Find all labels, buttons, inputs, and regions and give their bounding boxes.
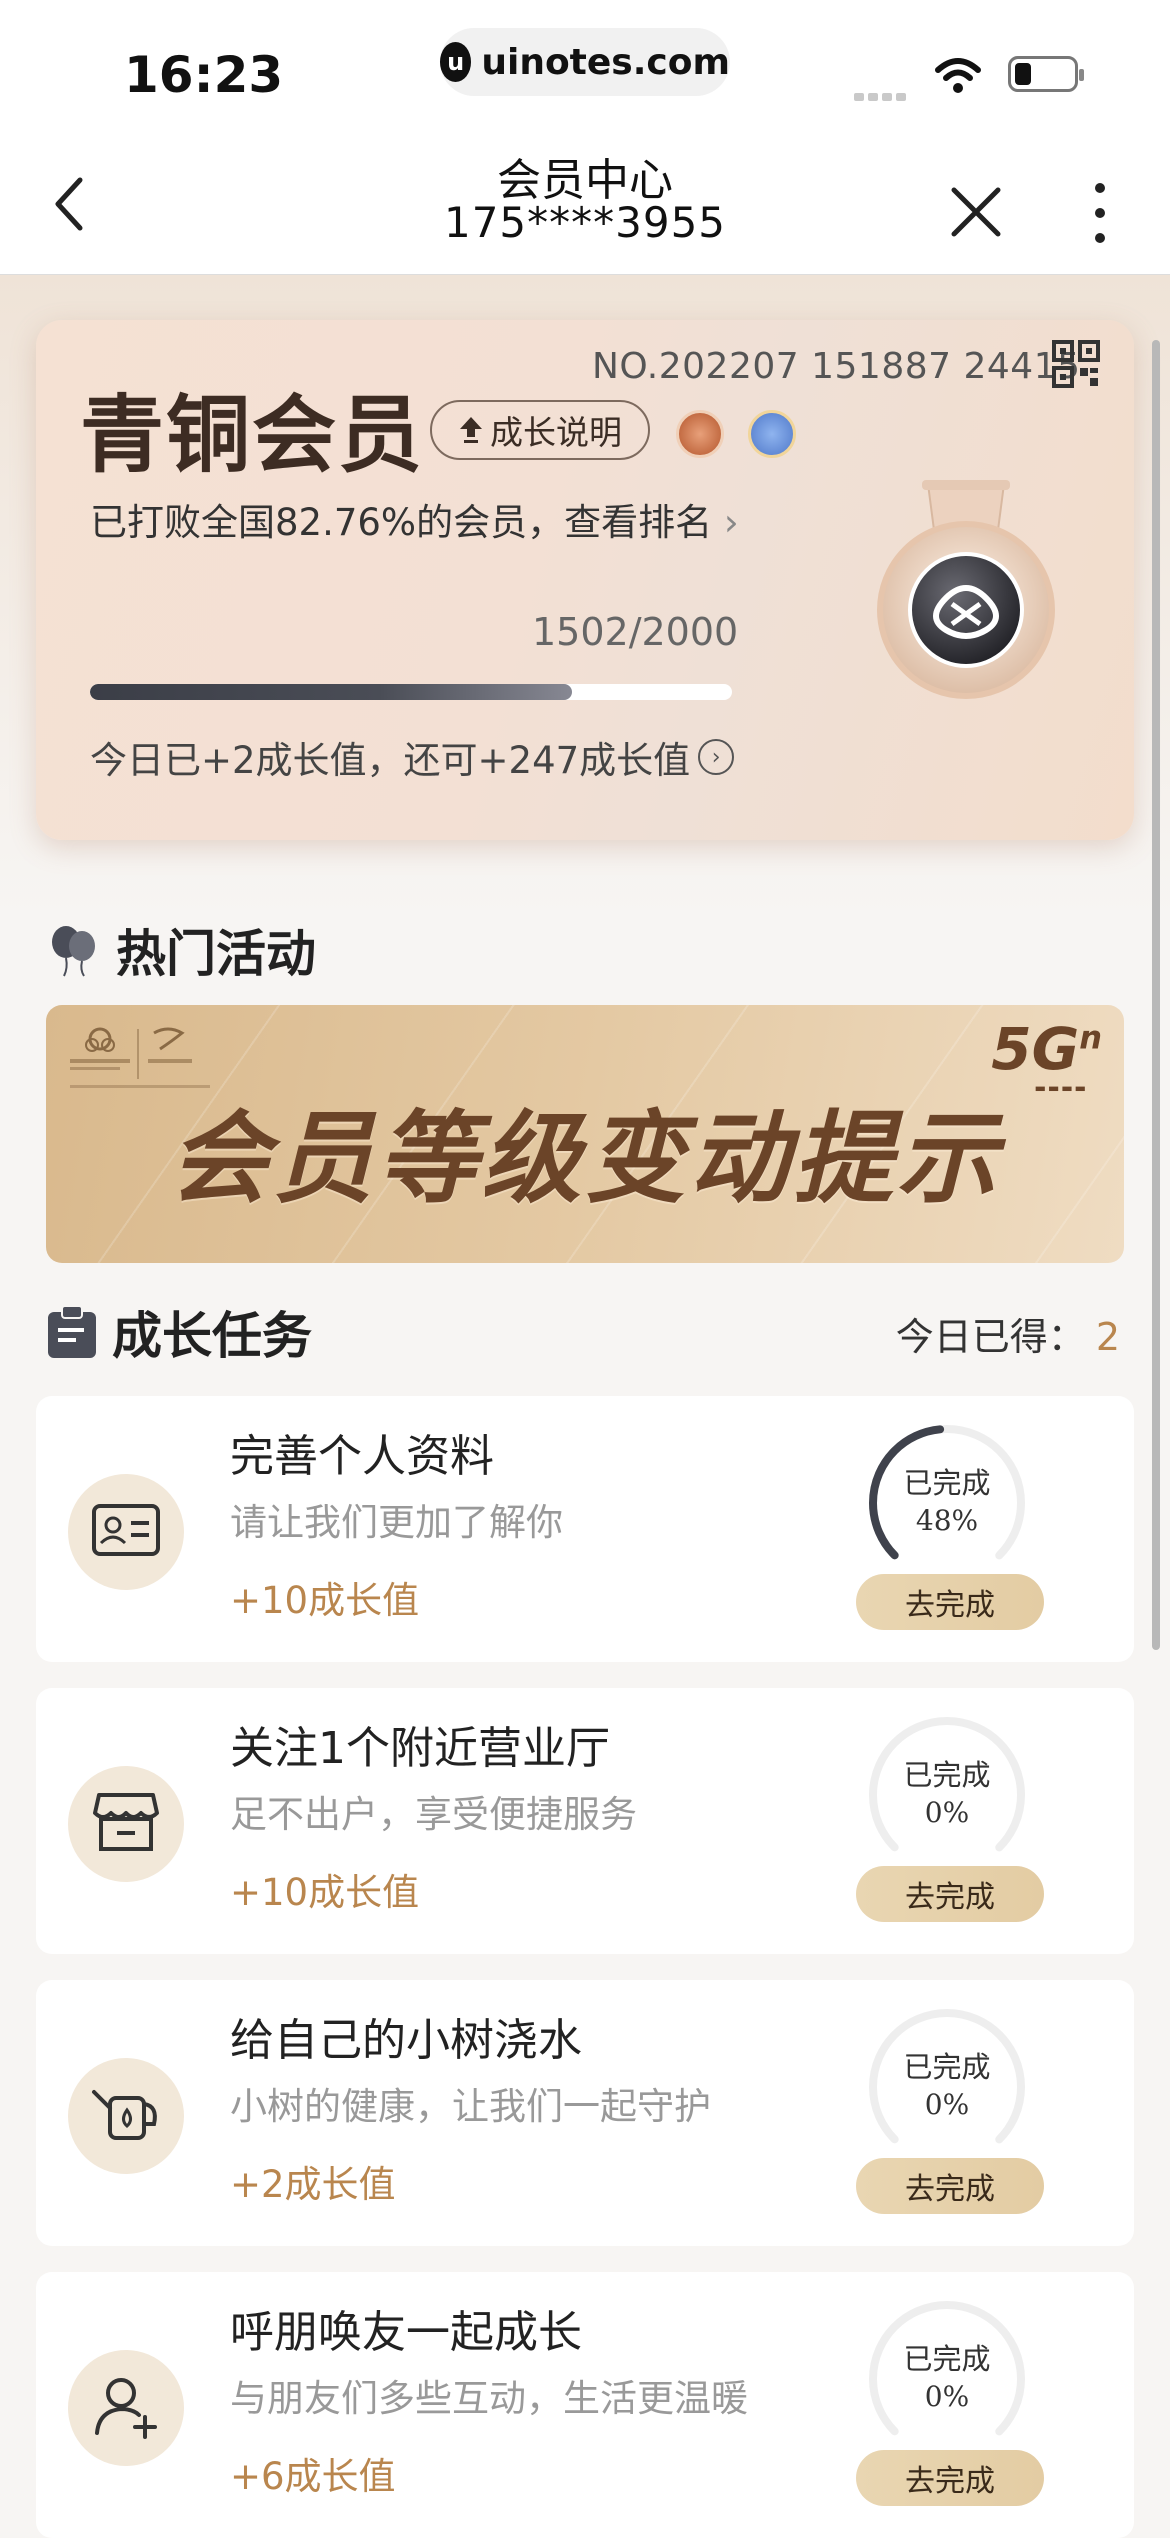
- more-icon[interactable]: [1090, 180, 1110, 246]
- today-earned-value: 2: [1095, 1315, 1120, 1359]
- task-progress-gauge: 已完成 48%: [862, 1418, 1032, 1588]
- today-earned-label: 今日已得：: [895, 1315, 1086, 1359]
- watering-can-icon: [90, 2084, 162, 2148]
- 5g-logo: 5Gn: [991, 1015, 1102, 1083]
- clipboard-icon: [48, 1305, 96, 1358]
- task-description: 与朋友们多些互动，生活更温暖: [230, 2377, 748, 2420]
- id-card-icon-circle: [68, 1474, 184, 1590]
- task-name: 关注1个附近营业厅: [230, 1723, 610, 1774]
- bronze-medal-icon: [877, 480, 1055, 699]
- task-points: +10成长值: [230, 1871, 420, 1914]
- task-points: +2成长值: [230, 2163, 396, 2206]
- growth-progress-bar: [90, 684, 732, 700]
- task-done-label: 已完成: [903, 2342, 991, 2376]
- balloon-icon: [52, 926, 95, 977]
- task-done-label: 已完成: [903, 1758, 991, 1792]
- status-time: 16:23: [124, 46, 284, 104]
- task-card: 关注1个附近营业厅 足不出户，享受便捷服务 +10成长值 已完成 0% 去完成: [36, 1688, 1134, 1954]
- member-level: 青铜会员: [80, 385, 425, 484]
- task-name: 给自己的小树浇水: [230, 2015, 582, 2066]
- add-friend-icon-circle: [68, 2350, 184, 2466]
- task-progress-gauge: 已完成 0%: [862, 2002, 1032, 2172]
- url-pill[interactable]: u uinotes.com: [440, 28, 730, 96]
- task-description: 小树的健康，让我们一起守护: [230, 2085, 711, 2128]
- task-go-button[interactable]: 去完成: [856, 1866, 1044, 1922]
- arrow-circle-icon: ›: [698, 739, 735, 775]
- signal-icon: [854, 86, 914, 101]
- task-percent: 0%: [924, 2380, 970, 2413]
- task-progress-gauge: 已完成 0%: [862, 1710, 1032, 1880]
- rank-link[interactable]: 已打败全国82.76%的会员，查看排名 ›: [90, 492, 739, 546]
- task-card: 给自己的小树浇水 小树的健康，让我们一起守护 +2成长值 已完成 0% 去完成: [36, 1980, 1134, 2246]
- task-card: 完善个人资料 请让我们更加了解你 +10成长值 已完成 48% 去完成: [36, 1396, 1134, 1662]
- task-card: 呼朋唤友一起成长 与朋友们多些互动，生活更温暖 +6成长值 已完成 0% 去完成: [36, 2272, 1134, 2538]
- nav-bar: 会员中心 175****3955: [0, 130, 1170, 275]
- rank-text: 已打败全国82.76%的会员，查看排名: [90, 501, 713, 544]
- watering-can-icon-circle: [68, 2058, 184, 2174]
- task-name: 完善个人资料: [230, 1431, 494, 1482]
- store-icon: [93, 1791, 159, 1857]
- url-text: uinotes.com: [481, 41, 730, 83]
- task-percent: 0%: [924, 1796, 970, 1829]
- task-description: 请让我们更加了解你: [230, 1501, 563, 1544]
- blue-badge-icon[interactable]: [748, 410, 796, 458]
- scrollbar[interactable]: [1152, 340, 1160, 1650]
- id-card-icon: [91, 1503, 161, 1561]
- chevron-right-icon: ›: [712, 501, 739, 544]
- task-go-button[interactable]: 去完成: [856, 2450, 1044, 2506]
- activity-banner[interactable]: 会员等级变动提示 5Gn ▬▬▬▬: [46, 1005, 1124, 1263]
- task-percent: 48%: [915, 1504, 979, 1537]
- today-growth-link[interactable]: 今日已+2成长值，还可+247成长值 ›: [90, 730, 735, 784]
- 5g-superscript: n: [1079, 1018, 1102, 1057]
- add-friend-icon: [93, 2373, 159, 2443]
- status-bar: 16:23 u uinotes.com: [0, 0, 1170, 130]
- growth-explain-label: 成长说明: [490, 413, 622, 452]
- member-card: NO.202207 151887 24415 青铜会员 成长说明 已打败全国82…: [36, 320, 1134, 840]
- task-name: 呼朋唤友一起成长: [230, 2307, 582, 2358]
- task-description: 足不出户，享受便捷服务: [230, 1793, 637, 1836]
- task-percent: 0%: [924, 2088, 970, 2121]
- task-done-label: 已完成: [903, 1466, 991, 1500]
- growth-progress-fill: [90, 684, 573, 700]
- upload-arrow-icon: [460, 417, 482, 443]
- 5g-text: 5G: [991, 1015, 1080, 1083]
- growth-tasks-header: 成长任务: [46, 1302, 312, 1365]
- bronze-badge-icon[interactable]: [676, 410, 724, 458]
- member-number: NO.202207 151887 24415: [592, 346, 1081, 387]
- task-go-button[interactable]: 去完成: [856, 1574, 1044, 1630]
- hot-activities-header: 热门活动: [46, 920, 316, 983]
- site-logo-icon: u: [440, 42, 472, 82]
- today-earned: 今日已得： 2: [896, 1306, 1120, 1361]
- task-go-button[interactable]: 去完成: [856, 2158, 1044, 2214]
- growth-explain-button[interactable]: 成长说明: [430, 400, 650, 460]
- qr-code-icon[interactable]: [1052, 340, 1100, 388]
- task-points: +10成长值: [230, 1579, 420, 1622]
- growth-progress-text: 1502/2000: [532, 610, 739, 654]
- wifi-icon: [935, 58, 981, 93]
- close-icon[interactable]: [946, 182, 1006, 242]
- growth-tasks-title: 成长任务: [112, 1307, 312, 1365]
- store-icon-circle: [68, 1766, 184, 1882]
- task-done-label: 已完成: [903, 2050, 991, 2084]
- task-progress-gauge: 已完成 0%: [862, 2294, 1032, 2464]
- task-points: +6成长值: [230, 2455, 396, 2498]
- hot-activities-title: 热门活动: [116, 925, 316, 983]
- battery-icon: [1008, 56, 1084, 92]
- today-growth-text: 今日已+2成长值，还可+247成长值: [90, 739, 691, 782]
- 5g-slogan-decoration: ▬▬▬▬: [1034, 1081, 1088, 1095]
- banner-title: 会员等级变动提示: [169, 1100, 1001, 1217]
